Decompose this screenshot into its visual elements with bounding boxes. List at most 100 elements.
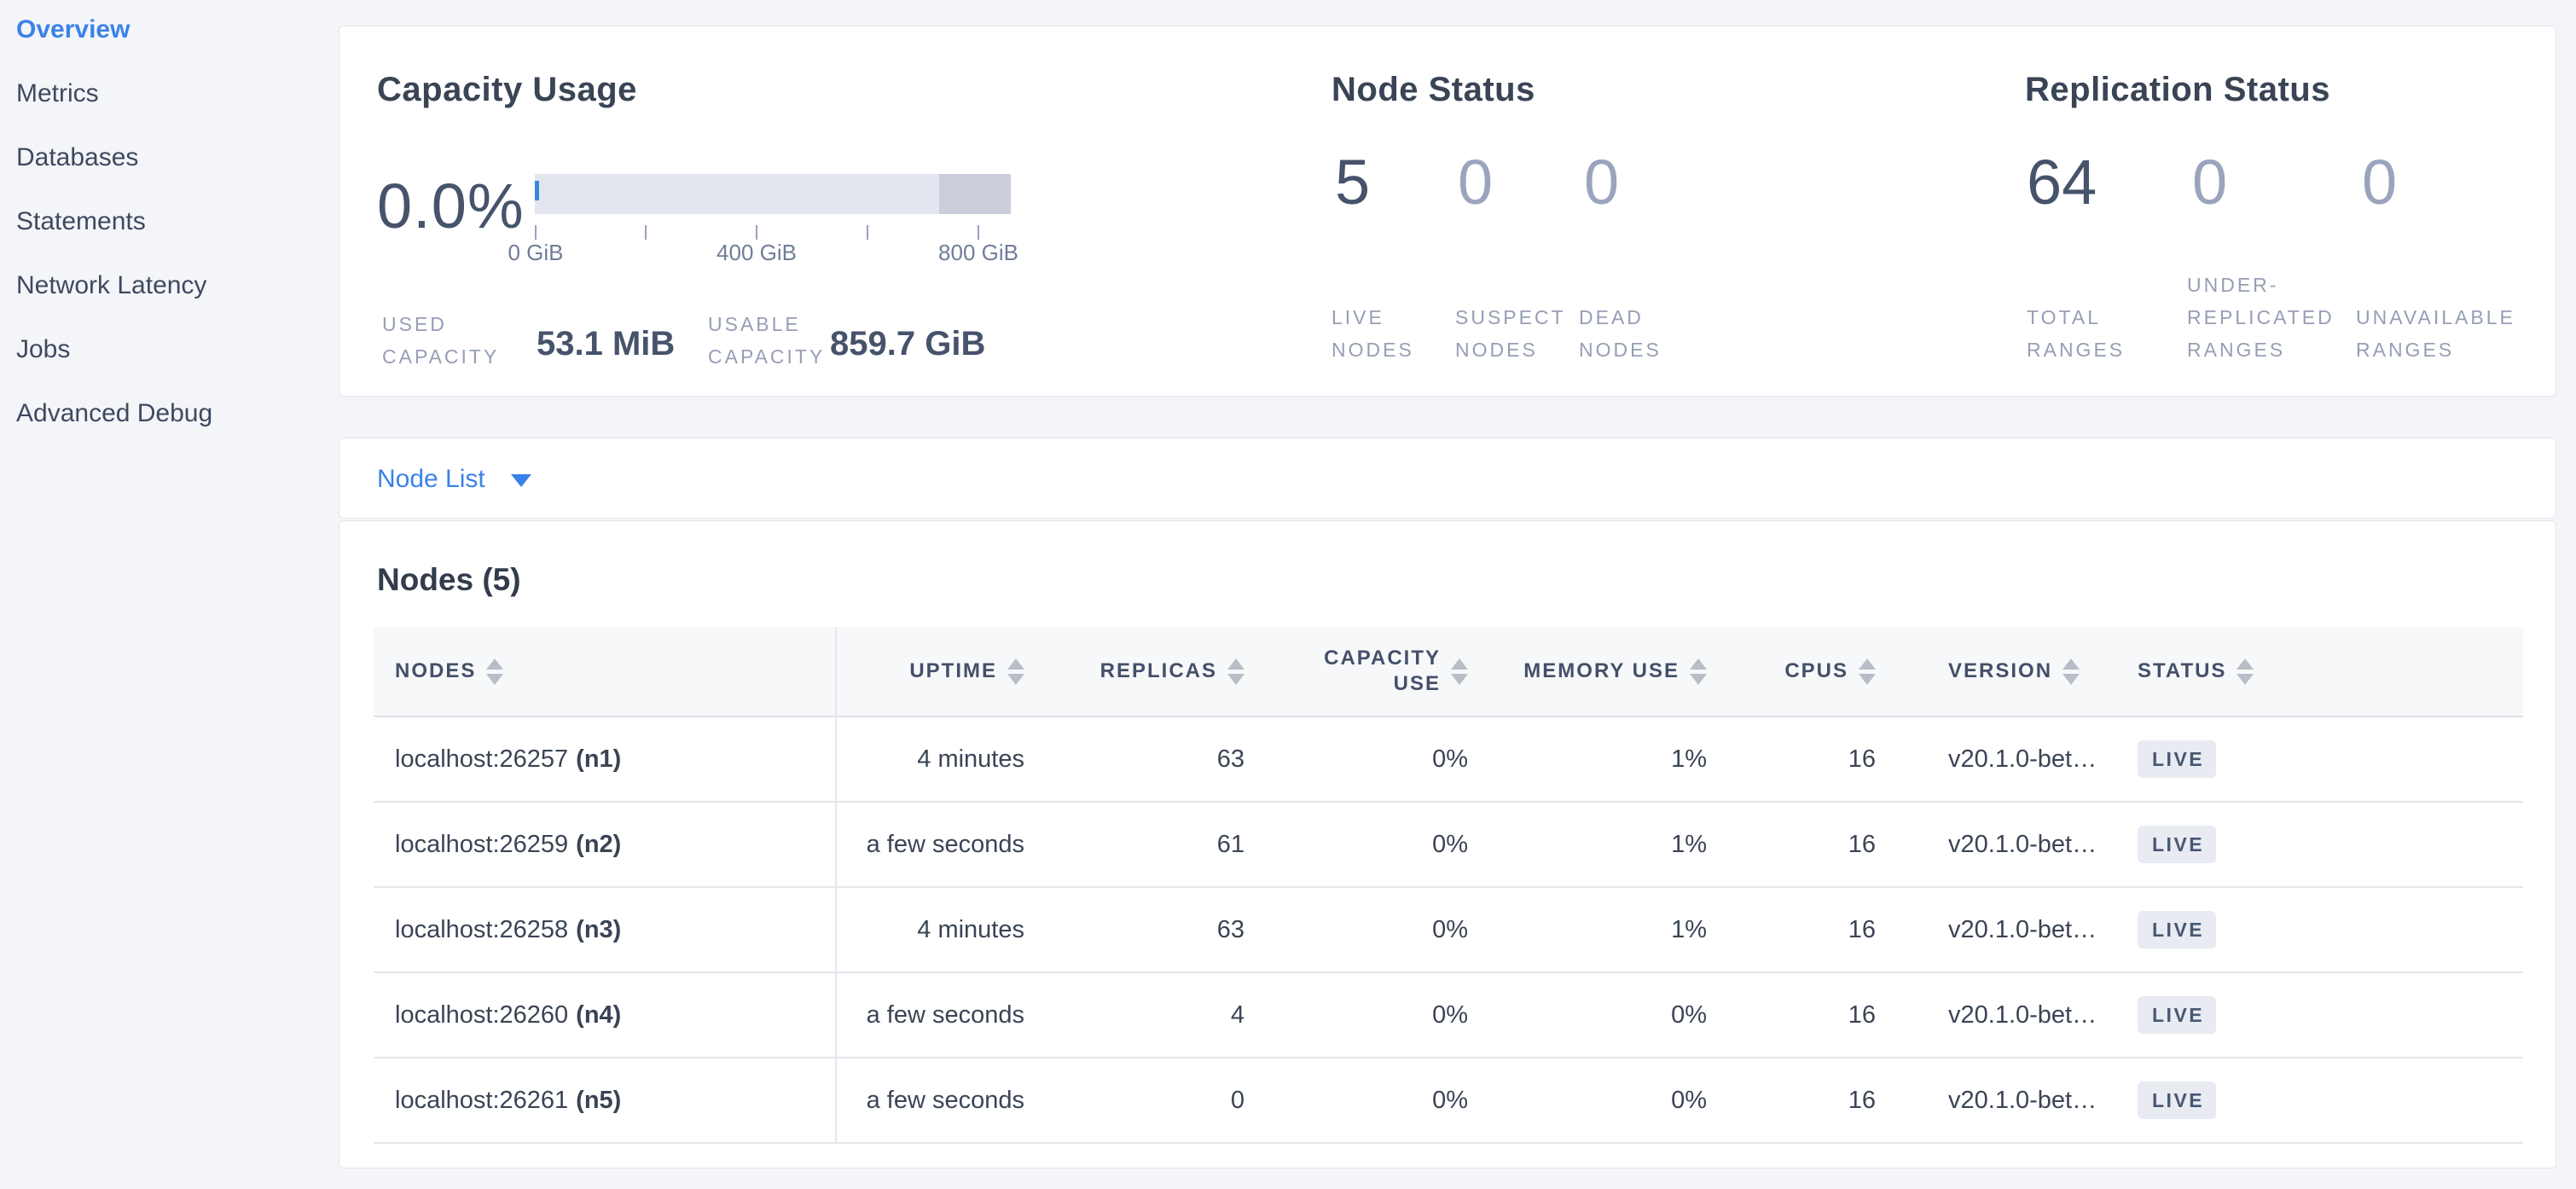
version-cell: v20.1.0-bet… <box>1897 1058 2102 1143</box>
dead-nodes-count: 0 <box>1584 146 1619 218</box>
status-badge: LIVE <box>2138 1082 2216 1119</box>
capacity-bar-reserved-segment <box>939 174 1011 214</box>
column-header-nodes[interactable]: NODES <box>374 627 836 716</box>
node-id: (n2) <box>576 831 621 858</box>
status-cell: LIVE <box>2102 716 2523 802</box>
table-row-node-4[interactable]: localhost:26260(n4) a few seconds 4 0% 0… <box>374 972 2523 1058</box>
axis-label-0: 0 GiB <box>508 240 563 266</box>
cpus-cell: 16 <box>1728 972 1897 1058</box>
memory-use-cell: 1% <box>1489 802 1728 887</box>
under-replicated-ranges-count: 0 <box>2192 146 2227 218</box>
status-cell: LIVE <box>2102 972 2523 1058</box>
status-badge: LIVE <box>2138 740 2216 778</box>
live-nodes-label: LIVE NODES <box>1332 301 1442 366</box>
version-text: v20.1.0-bet… <box>1948 1001 2097 1029</box>
replicas-cell: 0 <box>1046 1058 1263 1143</box>
column-header-memory-use[interactable]: MEMORY USE <box>1489 627 1728 716</box>
sort-icon <box>2237 658 2254 685</box>
cpus-cell: 16 <box>1728 802 1897 887</box>
axis-tick <box>867 225 868 240</box>
version-cell: v20.1.0-bet… <box>1897 716 2102 802</box>
node-address-cell[interactable]: localhost:26258(n3) <box>374 887 836 972</box>
node-id: (n4) <box>576 1001 621 1029</box>
sidebar-item-statements[interactable]: Statements <box>16 200 339 264</box>
column-label: MEMORY USE <box>1523 658 1680 684</box>
replication-status-title: Replication Status <box>2025 71 2330 109</box>
sort-icon <box>1859 658 1876 685</box>
node-status-section: Node Status 5 0 0 LIVE NODES SUSPECT NOD… <box>1332 26 1980 397</box>
sidebar-nav-list: Overview Metrics Databases Statements Ne… <box>0 0 339 456</box>
sidebar-item-metrics[interactable]: Metrics <box>16 72 339 136</box>
node-id: (n1) <box>576 745 621 773</box>
node-list-dropdown[interactable]: Node List <box>377 438 531 519</box>
status-badge: LIVE <box>2138 996 2216 1034</box>
table-row-node-5[interactable]: localhost:26261(n5) a few seconds 0 0% 0… <box>374 1058 2523 1143</box>
node-list-dropdown-label: Node List <box>377 465 485 494</box>
capacity-bar <box>535 174 1011 214</box>
replicas-cell: 63 <box>1046 716 1263 802</box>
capacity-usage-title: Capacity Usage <box>377 71 637 109</box>
unavailable-ranges-count: 0 <box>2362 146 2397 218</box>
status-badge: LIVE <box>2138 826 2216 863</box>
node-address: localhost:26257 <box>395 745 568 773</box>
chevron-down-icon <box>511 474 531 487</box>
column-header-cpus[interactable]: CPUS <box>1728 627 1897 716</box>
replicas-cell: 61 <box>1046 802 1263 887</box>
used-capacity-value: 53.1 MiB <box>537 325 675 363</box>
node-address-cell[interactable]: localhost:26261(n5) <box>374 1058 836 1143</box>
column-header-version[interactable]: VERSION <box>1897 627 2102 716</box>
memory-use-cell: 0% <box>1489 972 1728 1058</box>
table-row-node-1[interactable]: localhost:26257(n1) 4 minutes 63 0% 1% 1… <box>374 716 2523 802</box>
sidebar-item-databases[interactable]: Databases <box>16 136 339 200</box>
table-header-row: NODES UPTIME REPLICAS CAPACITY USE <box>374 627 2523 716</box>
view-selector-card: Node List <box>339 438 2556 519</box>
live-nodes-count: 5 <box>1335 146 1370 218</box>
sidebar-item-advanced-debug[interactable]: Advanced Debug <box>16 392 339 456</box>
node-address: localhost:26258 <box>395 916 568 943</box>
cpus-cell: 16 <box>1728 887 1897 972</box>
nodes-table-title: Nodes (5) <box>377 562 521 598</box>
column-label: CPUS <box>1784 658 1848 684</box>
node-address: localhost:26259 <box>395 831 568 858</box>
version-text: v20.1.0-bet… <box>1948 745 2097 773</box>
status-cell: LIVE <box>2102 802 2523 887</box>
capacity-used-percent: 0.0% <box>377 170 525 242</box>
column-header-replicas[interactable]: REPLICAS <box>1046 627 1263 716</box>
sidebar-item-overview[interactable]: Overview <box>16 9 339 72</box>
axis-label-800: 800 GiB <box>938 240 1018 266</box>
sort-icon <box>486 658 503 685</box>
uptime-cell: a few seconds <box>836 972 1046 1058</box>
usable-capacity-value: 859.7 GiB <box>830 325 985 363</box>
column-header-uptime[interactable]: UPTIME <box>836 627 1046 716</box>
cpus-cell: 16 <box>1728 716 1897 802</box>
capacity-usage-section: Capacity Usage 0.0% 0 GiB 400 GiB 800 Gi… <box>377 26 1341 397</box>
sort-icon <box>1451 658 1468 685</box>
node-address-cell[interactable]: localhost:26259 (n2) <box>374 802 836 887</box>
sidebar-item-jobs[interactable]: Jobs <box>16 328 339 392</box>
capacity-bar-used-marker <box>535 181 539 200</box>
node-address-cell[interactable]: localhost:26260(n4) <box>374 972 836 1058</box>
node-address-cell[interactable]: localhost:26257 (n1) <box>374 716 836 802</box>
unavailable-ranges-label: UNAVAILABLE RANGES <box>2356 301 2554 366</box>
column-header-capacity-use[interactable]: CAPACITY USE <box>1263 627 1489 716</box>
capacity-bar-chart: 0 GiB 400 GiB 800 GiB <box>535 174 1011 293</box>
version-text: v20.1.0-bet… <box>1948 1087 2097 1114</box>
table-row-node-3[interactable]: localhost:26258(n3) 4 minutes 63 0% 1% 1… <box>374 887 2523 972</box>
nodes-table-card: Nodes (5) NODES UPTIME REPLIC <box>339 520 2556 1169</box>
axis-tick <box>978 225 979 240</box>
suspect-nodes-label: SUSPECT NODES <box>1455 301 1570 366</box>
table-row-node-2[interactable]: localhost:26259(n2) a few seconds 61 0% … <box>374 802 2523 887</box>
axis-tick <box>756 225 757 240</box>
memory-use-cell: 1% <box>1489 887 1728 972</box>
uptime-cell: a few seconds <box>836 802 1046 887</box>
status-badge: LIVE <box>2138 911 2216 948</box>
sort-icon <box>1690 658 1707 685</box>
sidebar-item-network-latency[interactable]: Network Latency <box>16 264 339 328</box>
replicas-cell: 63 <box>1046 887 1263 972</box>
column-header-status[interactable]: STATUS <box>2102 627 2523 716</box>
capacity-use-cell: 0% <box>1263 972 1489 1058</box>
uptime-cell: a few seconds <box>836 1058 1046 1143</box>
column-label: VERSION <box>1948 658 2052 684</box>
dead-nodes-label: DEAD NODES <box>1579 301 1690 366</box>
total-ranges-label: TOTAL RANGES <box>2027 301 2155 366</box>
